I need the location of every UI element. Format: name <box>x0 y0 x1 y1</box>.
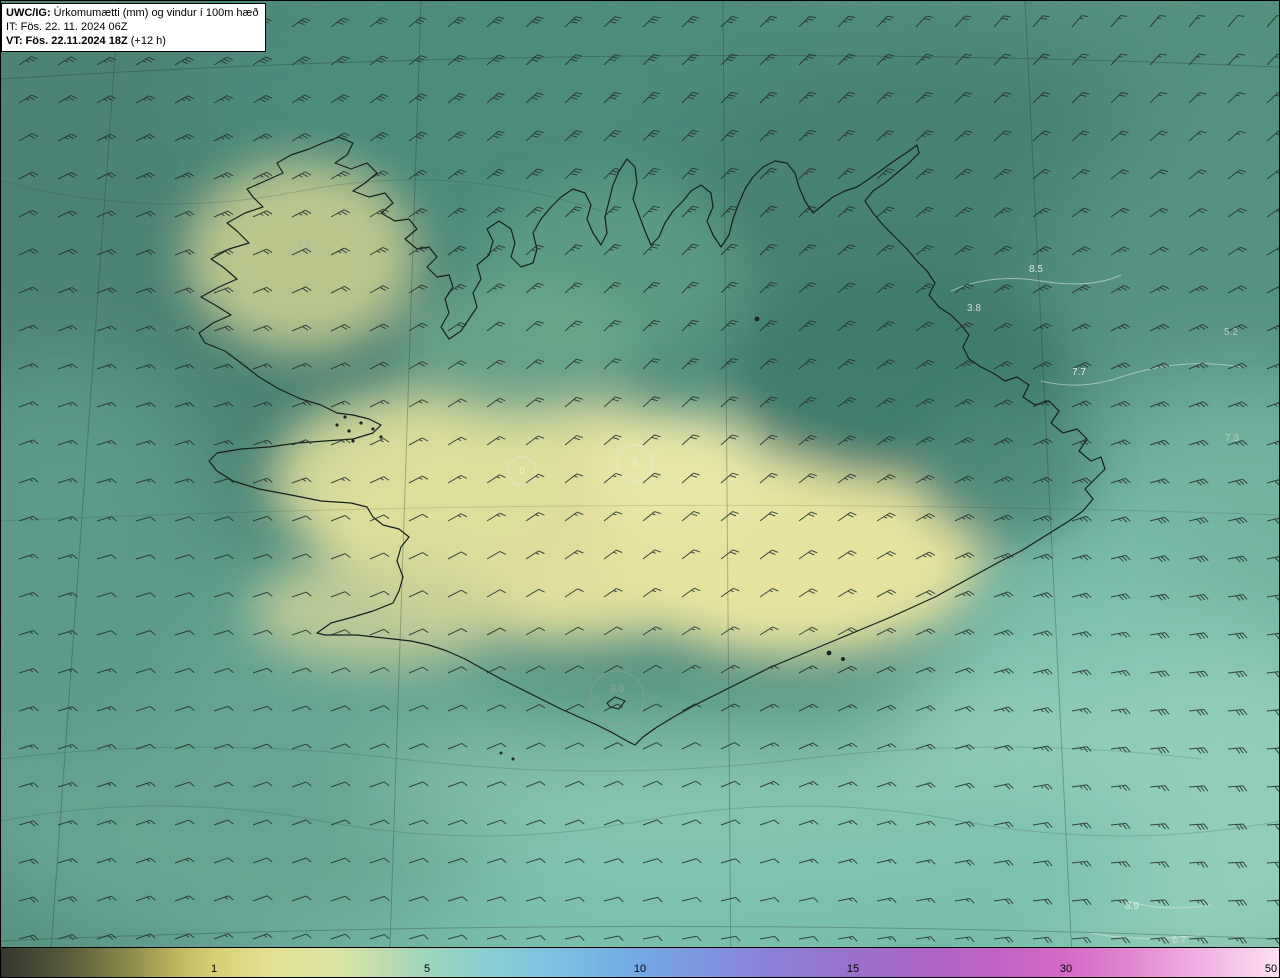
precipitation-colorbar: 1 5 10 15 30 50 <box>1 947 1279 977</box>
colorbar-tick-label: 15 <box>846 963 860 975</box>
contour-label: 5.2 <box>1224 327 1238 338</box>
contour-label: 8.9 <box>1125 901 1139 912</box>
init-time: IT: Fös. 22. 11. 2024 06Z <box>6 21 128 33</box>
colorbar-tick-label: 5 <box>423 963 431 975</box>
contour-label: 3.8 <box>967 303 981 314</box>
weather-map-frame: 2.6 8.5 3.8 5.2 7.7 7.3 0 0 3.0 8.9 6.7 UWC/IG: Úr… <box>0 0 1280 978</box>
contour-label: 2.6 <box>297 239 311 250</box>
valid-offset: (+12 h) <box>130 35 166 47</box>
model-name: UWC/IG: <box>6 7 51 19</box>
colorbar-tick-label: 10 <box>633 963 647 975</box>
contour-label: 7.7 <box>1072 367 1086 378</box>
colorbar-tick-label: 50 <box>1264 963 1278 975</box>
contour-label: 3.0 <box>610 684 624 695</box>
map-info-box: UWC/IG: Úrkomumætti (mm) og vindur í 100… <box>1 3 267 52</box>
contour-label: 0 <box>632 458 638 469</box>
colorbar-tick-label: 30 <box>1059 963 1073 975</box>
map-title: UWC/IG: Úrkomumætti (mm) og vindur í 100… <box>6 7 259 19</box>
contour-label: 8.5 <box>1029 264 1043 275</box>
valid-time: VT: Fös. 22.11.2024 18Z (+12 h) <box>6 35 166 47</box>
contour-label: 7.3 <box>1225 433 1239 444</box>
map-canvas: 2.6 8.5 3.8 5.2 7.7 7.3 0 0 3.0 8.9 6.7 <box>1 1 1279 977</box>
colorbar-tick-label: 1 <box>210 963 218 975</box>
contour-label: 6.7 <box>1172 935 1186 946</box>
contour-label: 0 <box>519 466 525 477</box>
